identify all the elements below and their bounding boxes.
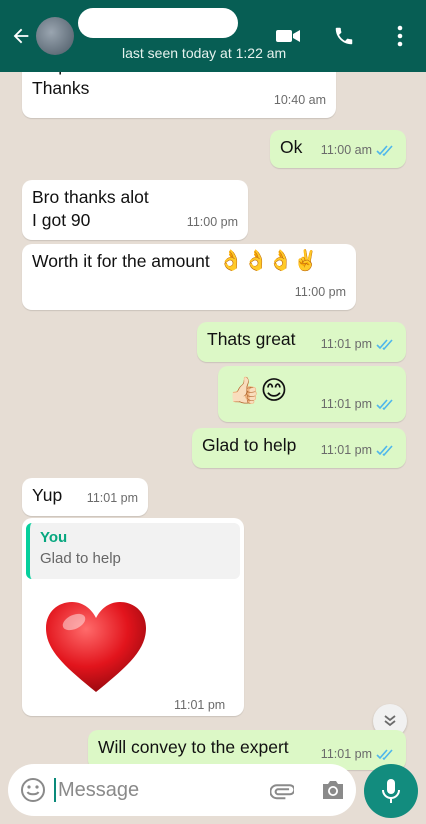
message-text: Thats great [207, 329, 296, 349]
message-text: Worth it for the amount [32, 251, 210, 271]
read-ticks-icon [376, 444, 396, 457]
contact-avatar[interactable] [36, 17, 74, 55]
emoji-content: 👌👌👌✌️ [218, 250, 319, 272]
message-incoming[interactable]: Worth it for the amount 👌👌👌✌️ 11:00 pm [22, 244, 356, 310]
message-text: Yup [32, 485, 63, 505]
message-outgoing[interactable]: Glad to help 11:01 pm [192, 428, 406, 468]
message-text: Bro thanks alot [32, 187, 149, 207]
chat-header: last seen today at 1:22 am [0, 0, 426, 72]
read-ticks-icon [376, 338, 396, 351]
heart-emoji [44, 600, 148, 696]
more-options-icon[interactable] [386, 22, 414, 50]
contact-name-redacted [78, 8, 238, 38]
read-ticks-icon [376, 398, 396, 411]
quote-text: Glad to help [40, 550, 121, 567]
back-arrow-icon[interactable] [8, 23, 34, 49]
quoted-message[interactable]: You Glad to help [26, 523, 240, 579]
microphone-icon [382, 779, 400, 803]
message-outgoing[interactable]: 👍🏻😊 11:01 pm [218, 366, 406, 422]
message-incoming[interactable]: Bro thanks alot I got 90 11:00 pm [22, 180, 248, 240]
message-time-status: 11:01 pm [321, 743, 396, 766]
message-time-status: 11:01 pm [321, 333, 396, 356]
message-time-status: 11:01 pm [321, 393, 396, 416]
message-text: Ok [280, 137, 303, 157]
message-input[interactable]: Message [58, 779, 139, 802]
text-cursor [54, 778, 56, 802]
message-text: Glad to help [202, 435, 297, 455]
read-ticks-icon [376, 748, 396, 761]
attach-icon[interactable] [269, 778, 296, 802]
phone-icon[interactable] [330, 22, 358, 50]
quote-author: You [40, 529, 68, 546]
read-ticks-icon [376, 144, 396, 157]
message-time: 11:01 pm [174, 698, 226, 712]
double-chevron-down-icon [384, 715, 396, 727]
message-time: 10:40 am [273, 93, 326, 107]
camera-icon[interactable] [320, 778, 346, 802]
emoji-icon[interactable] [20, 777, 46, 803]
message-time-status: 11:01 pm [321, 439, 396, 462]
message-time-status: 11:00 am [321, 139, 396, 162]
mic-button[interactable] [364, 764, 418, 818]
contact-title[interactable]: last seen today at 1:22 am [78, 0, 304, 72]
message-time: 11:00 pm [186, 215, 238, 229]
message-outgoing[interactable]: Thats great 11:01 pm [197, 322, 406, 362]
message-outgoing[interactable]: Ok 11:00 am [270, 130, 406, 168]
last-seen-status: last seen today at 1:22 am [122, 45, 287, 61]
message-text: Will convey to the expert [98, 737, 289, 757]
message-time: 11:00 pm [294, 285, 346, 299]
video-call-icon[interactable] [274, 22, 302, 50]
message-time: 11:01 pm [86, 491, 138, 505]
emoji-content: 👍🏻😊 [228, 375, 288, 405]
message-composer[interactable]: Message [8, 764, 356, 816]
message-incoming[interactable]: Yup 11:01 pm [22, 478, 148, 516]
